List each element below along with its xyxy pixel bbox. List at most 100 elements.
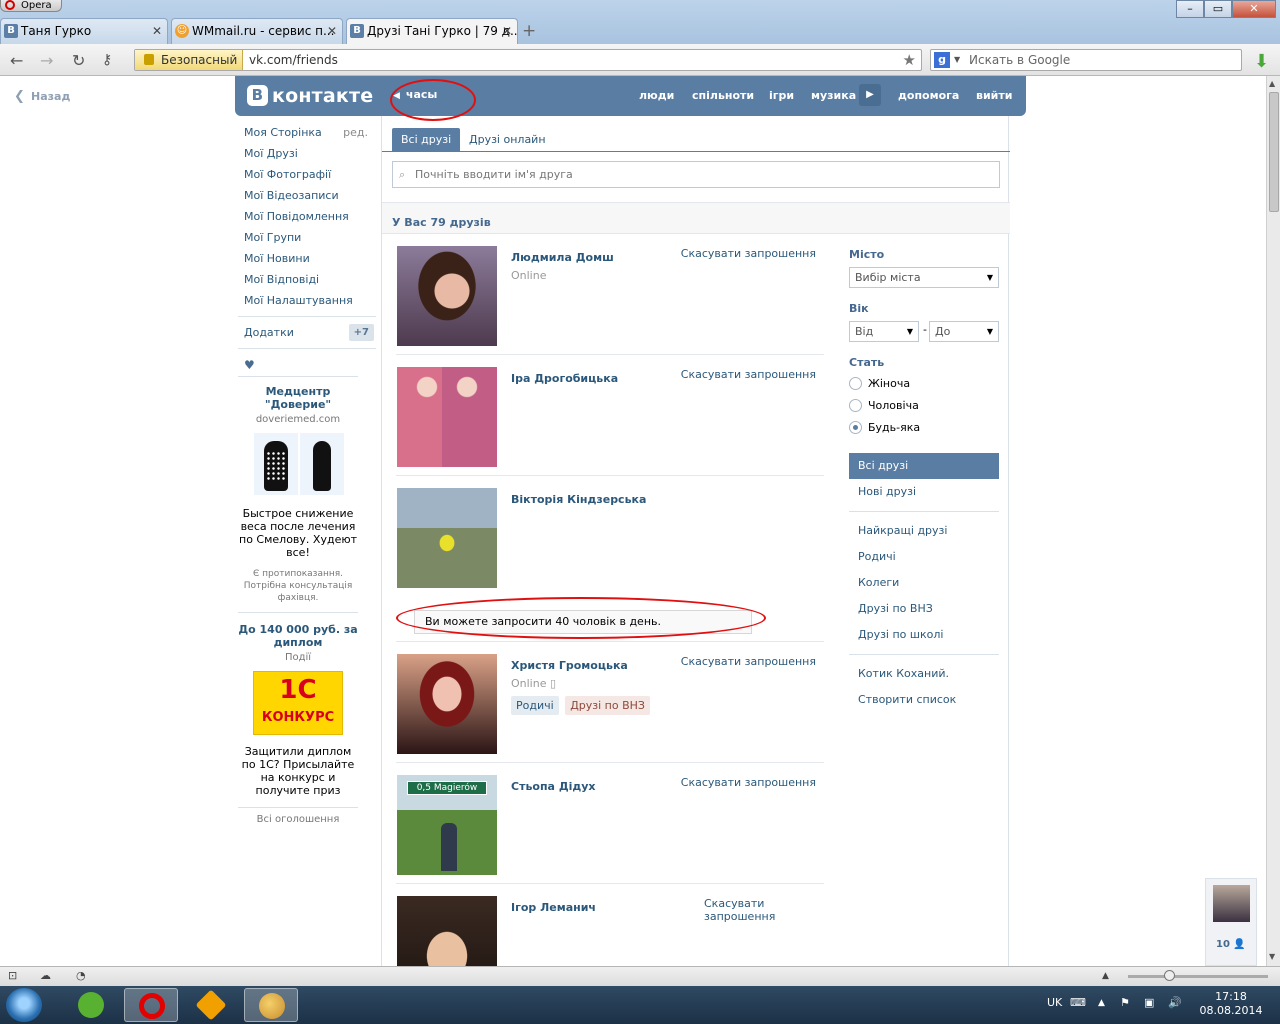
friend-photo[interactable]: [397, 367, 497, 467]
scroll-thumb[interactable]: [1269, 92, 1279, 212]
ad-title[interactable]: До 140 000 руб. за диплом: [238, 623, 358, 649]
friend-name[interactable]: Людмила Домш: [511, 251, 614, 264]
menu-my-settings[interactable]: Мої Налаштування: [238, 290, 376, 311]
list-custom[interactable]: Котик Коханий.: [849, 661, 999, 687]
friend-photo[interactable]: [397, 488, 497, 588]
heart-icon[interactable]: ♥: [238, 354, 376, 376]
tab-friends[interactable]: В Друзі Тані Гурко | 79 д... ✕: [346, 18, 518, 45]
list-best-friends[interactable]: Найкращі друзі: [849, 518, 999, 544]
maximize-button[interactable]: ▭: [1204, 0, 1232, 18]
volume-icon[interactable]: 🔊: [1168, 996, 1182, 1009]
sex-female-radio[interactable]: Жіноча: [849, 373, 999, 395]
play-icon[interactable]: ▶: [859, 84, 881, 106]
friend-name[interactable]: Христя Громоцька: [511, 659, 628, 672]
security-badge[interactable]: Безопасный: [135, 50, 243, 70]
header-back-section[interactable]: ◀ часы: [393, 88, 437, 101]
friend-search-input[interactable]: ⌕ Почніть вводити ім'я друга: [392, 161, 1000, 188]
edit-link[interactable]: ред.: [343, 122, 368, 143]
tab-tanya[interactable]: В Таня Гурко ✕: [0, 18, 168, 44]
cloud-icon[interactable]: ☁: [40, 969, 51, 982]
list-university[interactable]: Друзі по ВНЗ: [849, 596, 999, 622]
menu-my-news[interactable]: Мої Новини: [238, 248, 376, 269]
nav-help[interactable]: допомога: [898, 89, 959, 102]
friend-photo[interactable]: [397, 654, 497, 754]
flag-icon[interactable]: ⚑: [1120, 996, 1130, 1009]
close-tab-icon[interactable]: ✕: [327, 19, 337, 43]
list-relatives[interactable]: Родичі: [849, 544, 999, 570]
key-icon[interactable]: ⚷: [102, 52, 112, 68]
tab-wmmail[interactable]: ☺ WMmail.ru - сервис п... ✕: [171, 18, 343, 44]
city-select[interactable]: Вибір міста ▼: [849, 267, 999, 288]
bookmark-star-icon[interactable]: ★: [903, 50, 916, 70]
tag-university[interactable]: Друзі по ВНЗ: [565, 696, 650, 715]
chevron-down-icon[interactable]: ▼: [954, 50, 960, 70]
vk-logo[interactable]: Вконтакте: [247, 85, 373, 107]
ad-block[interactable]: До 140 000 руб. за диплом Події 1С КОНКУ…: [238, 612, 358, 797]
paint-taskbar-button[interactable]: [244, 988, 298, 1022]
age-to-select[interactable]: До ▼: [929, 321, 999, 342]
ad-title[interactable]: Медцентр "Доверие": [238, 385, 358, 411]
chat-widget[interactable]: 10 👤: [1205, 878, 1257, 966]
minimize-button[interactable]: –: [1176, 0, 1204, 18]
chevron-up-icon[interactable]: ▲: [1098, 998, 1105, 1008]
scroll-down-icon[interactable]: ▼: [1269, 952, 1275, 961]
1c-logo[interactable]: 1С КОНКУРС: [253, 671, 343, 735]
utorrent-taskbar-button[interactable]: [64, 988, 118, 1022]
menu-my-messages[interactable]: Мої Повідомлення: [238, 206, 376, 227]
language-indicator[interactable]: UK: [1047, 996, 1062, 1009]
forward-arrow-icon[interactable]: →: [40, 51, 53, 70]
close-tab-icon[interactable]: ✕: [152, 19, 162, 43]
menu-my-friends[interactable]: Мої Друзі: [238, 143, 376, 164]
menu-apps[interactable]: Додатки +7: [238, 322, 376, 343]
cancel-request-link[interactable]: Скасувати запрошення: [681, 368, 816, 381]
page-scrollbar[interactable]: ▲ ▼: [1266, 76, 1280, 966]
menu-my-groups[interactable]: Мої Групи: [238, 227, 376, 248]
chevron-up-icon[interactable]: ▲: [1102, 971, 1109, 981]
list-school[interactable]: Друзі по школі: [849, 622, 999, 648]
url-field[interactable]: Безопасный vk.com/friends ★: [134, 49, 922, 71]
all-ads-link[interactable]: Всі оголошення: [238, 807, 358, 825]
avatar[interactable]: [1213, 885, 1250, 922]
search-field[interactable]: g ▼ Искать в Google: [930, 49, 1242, 71]
friend-photo[interactable]: 0,5 Magierów: [397, 775, 497, 875]
list-colleagues[interactable]: Колеги: [849, 570, 999, 596]
cancel-request-link[interactable]: Скасувати запрошення: [681, 655, 816, 668]
nav-people[interactable]: люди: [639, 89, 674, 102]
nav-music[interactable]: музика: [811, 89, 856, 102]
menu-my-photos[interactable]: Мої Фотографії: [238, 164, 376, 185]
friend-name[interactable]: Стьопа Дідух: [511, 780, 596, 793]
opera-menu-button[interactable]: Opera: [0, 0, 62, 12]
keyboard-icon[interactable]: ⌨: [1070, 996, 1086, 1009]
network-icon[interactable]: ▣: [1144, 996, 1154, 1009]
system-clock[interactable]: 17:18 08.08.2014: [1192, 990, 1270, 1018]
friend-photo[interactable]: [397, 896, 497, 966]
opera-taskbar-button[interactable]: [124, 988, 178, 1022]
back-arrow-icon[interactable]: ←: [10, 51, 23, 70]
scroll-up-icon[interactable]: ▲: [1269, 79, 1275, 88]
new-tab-button[interactable]: +: [522, 21, 536, 41]
tab-all-friends[interactable]: Всі друзі: [392, 128, 461, 152]
list-new-friends[interactable]: Нові друзі: [849, 479, 999, 505]
ad-block[interactable]: Медцентр "Доверие" doveriemed.com Быстро…: [238, 376, 358, 604]
friend-name[interactable]: Іра Дрогобицька: [511, 372, 618, 385]
zoom-knob[interactable]: [1164, 970, 1175, 981]
age-from-select[interactable]: Від ▼: [849, 321, 919, 342]
panel-toggle-icon[interactable]: ⊡: [8, 969, 17, 982]
list-all-friends[interactable]: Всі друзі: [849, 453, 999, 479]
back-link[interactable]: ❮ Назад: [14, 89, 70, 104]
create-list-link[interactable]: Створити список: [849, 687, 999, 713]
menu-my-answers[interactable]: Мої Відповіді: [238, 269, 376, 290]
cancel-request-link[interactable]: Скасувати запрошення: [681, 776, 816, 789]
menu-my-videos[interactable]: Мої Відеозаписи: [238, 185, 376, 206]
close-window-button[interactable]: ✕: [1232, 0, 1276, 18]
zoom-slider[interactable]: [1128, 970, 1268, 981]
friend-name[interactable]: Ігор Леманич: [511, 901, 596, 914]
cancel-request-link[interactable]: Скасувати запрошення: [704, 897, 784, 923]
ad-image[interactable]: [250, 433, 346, 495]
tag-relatives[interactable]: Родичі: [511, 696, 559, 715]
cancel-request-link[interactable]: Скасувати запрошення: [681, 247, 816, 260]
sex-any-radio[interactable]: Будь-яка: [849, 417, 999, 439]
nav-communities[interactable]: спільноти: [692, 89, 754, 102]
menu-my-page[interactable]: Моя Сторінка ред.: [238, 122, 376, 143]
reload-icon[interactable]: ↻: [72, 51, 85, 70]
